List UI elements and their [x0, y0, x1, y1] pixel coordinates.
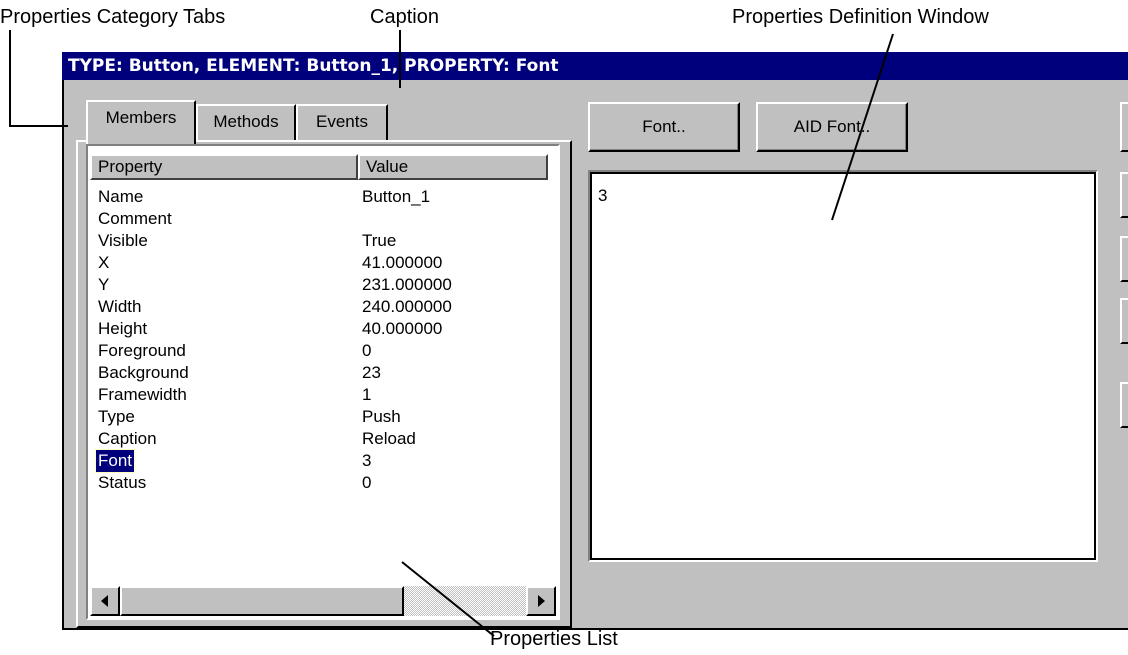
font-button[interactable]: Font.. — [588, 102, 740, 152]
tab-members-label: Members — [105, 108, 177, 127]
tab-methods-label: Methods — [213, 112, 279, 131]
table-row[interactable]: Visible True — [96, 230, 546, 252]
properties-list[interactable]: Property Value Name Button_1 Comment Visi… — [86, 144, 560, 620]
property-name: X — [98, 253, 110, 272]
property-value: Reload — [362, 429, 416, 448]
side-button-5[interactable] — [1120, 382, 1128, 428]
properties-definition-window[interactable]: 3 — [588, 170, 1098, 562]
property-value: 3 — [362, 451, 372, 470]
tab-events-label: Events — [316, 112, 368, 131]
callout-properties-category-tabs: Properties Category Tabs — [0, 6, 226, 28]
aid-font-button-label: AID Font.. — [793, 117, 871, 136]
callout-properties-list: Properties List — [490, 628, 618, 650]
property-value: 1 — [362, 385, 372, 404]
property-value: 41.000000 — [362, 253, 443, 272]
property-name: Width — [98, 297, 142, 316]
arrow-left-icon — [101, 595, 108, 607]
property-value: 231.000000 — [362, 275, 452, 294]
column-header-value[interactable]: Value — [358, 154, 548, 180]
column-header-property[interactable]: Property — [90, 154, 358, 180]
property-name: Background — [98, 363, 189, 382]
property-name: Framewidth — [98, 385, 187, 404]
window-title-bar[interactable]: TYPE: Button, ELEMENT: Button_1, PROPERT… — [62, 52, 1128, 80]
side-button-2[interactable] — [1120, 172, 1128, 218]
table-row[interactable]: Name Button_1 — [96, 186, 546, 208]
definition-editor[interactable]: 3 — [592, 174, 1094, 558]
leader-tabs — [9, 30, 68, 127]
table-row-selected[interactable]: Font 3 — [94, 449, 546, 473]
table-row[interactable]: Height 40.000000 — [96, 318, 546, 340]
table-row[interactable]: Framewidth 1 — [96, 384, 546, 406]
table-row[interactable]: Background 23 — [96, 362, 546, 384]
property-name: Type — [98, 407, 135, 426]
table-row[interactable]: Status 0 — [96, 472, 546, 494]
property-name: Status — [98, 473, 147, 492]
side-button-4[interactable] — [1120, 298, 1128, 344]
aid-font-button[interactable]: AID Font.. — [756, 102, 908, 152]
callout-caption: Caption — [370, 6, 439, 28]
property-name: Name — [98, 187, 144, 206]
property-name: Height — [98, 319, 148, 338]
column-header-property-label: Property — [98, 157, 163, 176]
property-name: Foreground — [98, 341, 186, 360]
property-value: True — [362, 231, 397, 250]
property-value: Button_1 — [362, 187, 431, 206]
scroll-left-button[interactable] — [90, 586, 120, 616]
font-button-label: Font.. — [642, 117, 686, 136]
table-row[interactable]: X 41.000000 — [96, 252, 546, 274]
tab-methods[interactable]: Methods — [196, 104, 296, 140]
property-value: 0 — [362, 473, 372, 492]
property-name: Comment — [98, 209, 172, 228]
definition-value: 3 — [598, 186, 608, 205]
scroll-right-button[interactable] — [526, 586, 556, 616]
table-row[interactable]: Width 240.000000 — [96, 296, 546, 318]
horizontal-scrollbar[interactable] — [90, 586, 556, 616]
table-row[interactable]: Caption Reload — [96, 428, 546, 450]
property-value: 23 — [362, 363, 381, 382]
table-row[interactable]: Y 231.000000 — [96, 274, 546, 296]
side-button-3[interactable] — [1120, 236, 1128, 282]
property-value: 40.000000 — [362, 319, 443, 338]
tab-members[interactable]: Members — [86, 100, 196, 144]
property-name: Y — [98, 275, 110, 294]
table-row[interactable]: Comment — [96, 208, 546, 230]
property-name: Visible — [98, 231, 148, 250]
property-value: Push — [362, 407, 401, 426]
arrow-right-icon — [538, 595, 545, 607]
property-value: 240.000000 — [362, 297, 452, 316]
window-title: TYPE: Button, ELEMENT: Button_1, PROPERT… — [68, 56, 559, 76]
callout-properties-definition-window: Properties Definition Window — [732, 6, 989, 28]
table-row[interactable]: Type Push — [96, 406, 546, 428]
scrollbar-thumb[interactable] — [120, 586, 404, 616]
side-button-1[interactable] — [1120, 102, 1128, 152]
column-header-value-label: Value — [366, 157, 409, 176]
table-row[interactable]: Foreground 0 — [96, 340, 546, 362]
property-name: Caption — [98, 429, 157, 448]
property-name: Font — [94, 449, 136, 473]
tab-events[interactable]: Events — [296, 104, 388, 140]
property-value: 0 — [362, 341, 372, 360]
